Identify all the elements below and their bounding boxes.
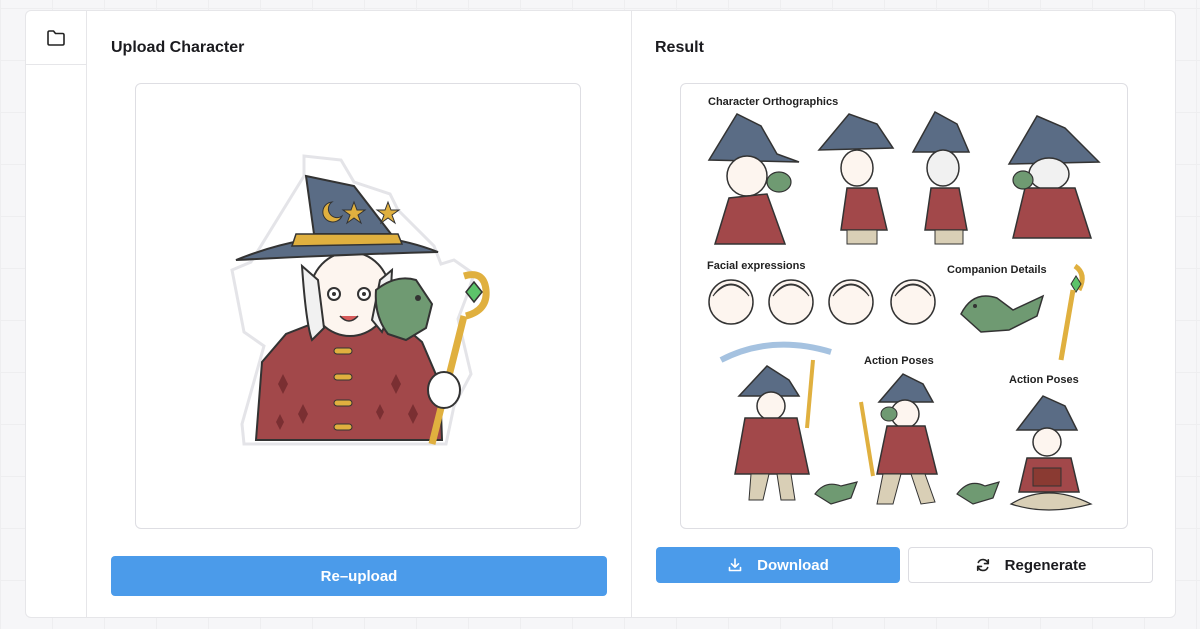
companion-label: Companion Details (947, 264, 1047, 276)
reupload-button[interactable]: Re–upload (111, 556, 607, 596)
reupload-label: Re–upload (320, 567, 398, 585)
action-label-2: Action Poses (1009, 374, 1079, 386)
ortho-back (1007, 115, 1101, 239)
character-sheet-image: Character Orthographics Facial expressio… (707, 96, 1101, 511)
download-label: Download (757, 556, 829, 574)
upload-panel-title: Upload Character (111, 39, 245, 56)
upload-panel: Upload Character Re–upload (87, 11, 632, 617)
uploaded-character-image (230, 154, 490, 446)
action-pose-reading (1009, 395, 1093, 511)
action-dragon-2 (956, 481, 1000, 505)
expression-faces (708, 279, 936, 325)
action-dragon-1 (814, 481, 858, 505)
companion-staff (1058, 263, 1085, 361)
ortho-back-side (911, 110, 971, 245)
action-pose-walking (859, 373, 938, 505)
folder-button[interactable] (26, 11, 86, 65)
regenerate-button[interactable]: Regenerate (908, 547, 1153, 583)
result-panel-title: Result (655, 39, 704, 56)
download-button[interactable]: Download (656, 547, 900, 583)
download-icon (728, 558, 742, 572)
result-panel: Result Character Orthographics Facial ex… (632, 11, 1175, 617)
workspace-card: Upload Character Re–upload Result Charac… (25, 10, 1176, 618)
uploaded-image-frame[interactable] (135, 83, 581, 529)
orthographics-label: Character Orthographics (708, 96, 838, 108)
ortho-front (707, 113, 800, 245)
ortho-side (817, 113, 895, 245)
refresh-icon (976, 558, 989, 572)
action-label-1: Action Poses (864, 355, 934, 367)
facial-label: Facial expressions (707, 260, 805, 272)
result-image-frame[interactable]: Character Orthographics Facial expressio… (680, 83, 1128, 529)
folder-icon (47, 29, 65, 46)
action-pose-casting (719, 341, 832, 501)
side-rail (26, 11, 87, 617)
companion-dragon (960, 294, 1045, 333)
regenerate-label: Regenerate (1004, 556, 1087, 574)
